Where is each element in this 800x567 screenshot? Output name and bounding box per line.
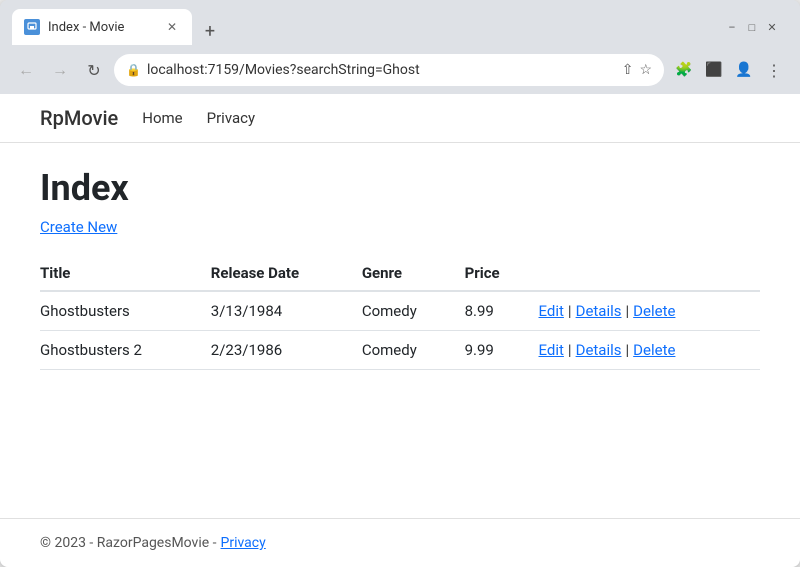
window-controls: – □ ✕ [724, 19, 780, 35]
address-text: localhost:7159/Movies?searchString=Ghost [147, 62, 616, 78]
details-link[interactable]: Details [576, 341, 622, 359]
col-genre: Genre [362, 256, 465, 291]
cell-price: 8.99 [465, 291, 539, 331]
app-footer: © 2023 - RazorPagesMovie - Privacy [0, 518, 800, 567]
share-icon[interactable]: ⇧ [622, 62, 634, 78]
app-nav: RpMovie Home Privacy [0, 94, 800, 143]
cell-title: Ghostbusters 2 [40, 331, 211, 370]
new-tab-button[interactable]: + [196, 17, 224, 45]
table-row: Ghostbusters3/13/1984Comedy8.99Edit | De… [40, 291, 760, 331]
address-bar[interactable]: 🔒 localhost:7159/Movies?searchString=Gho… [114, 54, 664, 86]
cell-release-date: 3/13/1984 [211, 291, 362, 331]
extensions-icon[interactable]: 🧩 [670, 56, 698, 84]
browser-window: Index - Movie ✕ + – □ ✕ ← → ↻ 🔒 localhos… [0, 0, 800, 567]
cell-genre: Comedy [362, 291, 465, 331]
col-actions [539, 256, 760, 291]
cell-actions: Edit | Details | Delete [539, 291, 760, 331]
delete-link[interactable]: Delete [633, 302, 675, 320]
action-separator: | [568, 302, 572, 320]
profile-icon[interactable]: 👤 [730, 56, 758, 84]
col-release-date: Release Date [211, 256, 362, 291]
tab-title: Index - Movie [48, 20, 156, 35]
page-heading: Index [40, 167, 760, 209]
refresh-button[interactable]: ↻ [80, 56, 108, 84]
edit-link[interactable]: Edit [539, 341, 564, 359]
action-separator: | [568, 341, 572, 359]
maximize-button[interactable]: □ [744, 19, 760, 35]
table-header-row: Title Release Date Genre Price [40, 256, 760, 291]
edit-link[interactable]: Edit [539, 302, 564, 320]
nav-bar: ← → ↻ 🔒 localhost:7159/Movies?searchStri… [0, 46, 800, 94]
movies-table: Title Release Date Genre Price Ghostbust… [40, 256, 760, 370]
forward-button[interactable]: → [46, 56, 74, 84]
action-separator: | [626, 302, 630, 320]
nav-link-home[interactable]: Home [142, 109, 182, 127]
nav-link-privacy[interactable]: Privacy [207, 109, 255, 127]
sidebar-icon[interactable]: ⬛ [700, 56, 728, 84]
minimize-button[interactable]: – [724, 19, 740, 35]
details-link[interactable]: Details [576, 302, 622, 320]
action-separator: | [626, 341, 630, 359]
bookmark-icon[interactable]: ☆ [639, 62, 652, 78]
col-title: Title [40, 256, 211, 291]
menu-icon[interactable]: ⋮ [760, 56, 788, 84]
address-actions: ⇧ ☆ [622, 62, 652, 78]
cell-genre: Comedy [362, 331, 465, 370]
col-price: Price [465, 256, 539, 291]
cell-title: Ghostbusters [40, 291, 211, 331]
action-links: Edit | Details | Delete [539, 341, 744, 359]
delete-link[interactable]: Delete [633, 341, 675, 359]
main-content: Index Create New Title Release Date Genr… [0, 143, 800, 518]
table-row: Ghostbusters 22/23/1986Comedy9.99Edit | … [40, 331, 760, 370]
cell-actions: Edit | Details | Delete [539, 331, 760, 370]
app-brand[interactable]: RpMovie [40, 106, 118, 130]
nav-right-actions: 🧩 ⬛ 👤 ⋮ [670, 56, 788, 84]
page-content: RpMovie Home Privacy Index Create New Ti… [0, 94, 800, 567]
tabs-area: Index - Movie ✕ + [12, 9, 724, 45]
cell-release-date: 2/23/1986 [211, 331, 362, 370]
close-button[interactable]: ✕ [764, 19, 780, 35]
title-bar: Index - Movie ✕ + – □ ✕ [0, 0, 800, 46]
back-button[interactable]: ← [12, 56, 40, 84]
tab-favicon [24, 19, 40, 35]
lock-icon: 🔒 [126, 63, 141, 77]
footer-privacy-link[interactable]: Privacy [221, 535, 266, 551]
cell-price: 9.99 [465, 331, 539, 370]
active-tab[interactable]: Index - Movie ✕ [12, 9, 192, 45]
action-links: Edit | Details | Delete [539, 302, 744, 320]
footer-copyright: © 2023 - RazorPagesMovie - [40, 535, 217, 551]
create-new-link[interactable]: Create New [40, 218, 117, 236]
tab-close-button[interactable]: ✕ [164, 19, 180, 35]
